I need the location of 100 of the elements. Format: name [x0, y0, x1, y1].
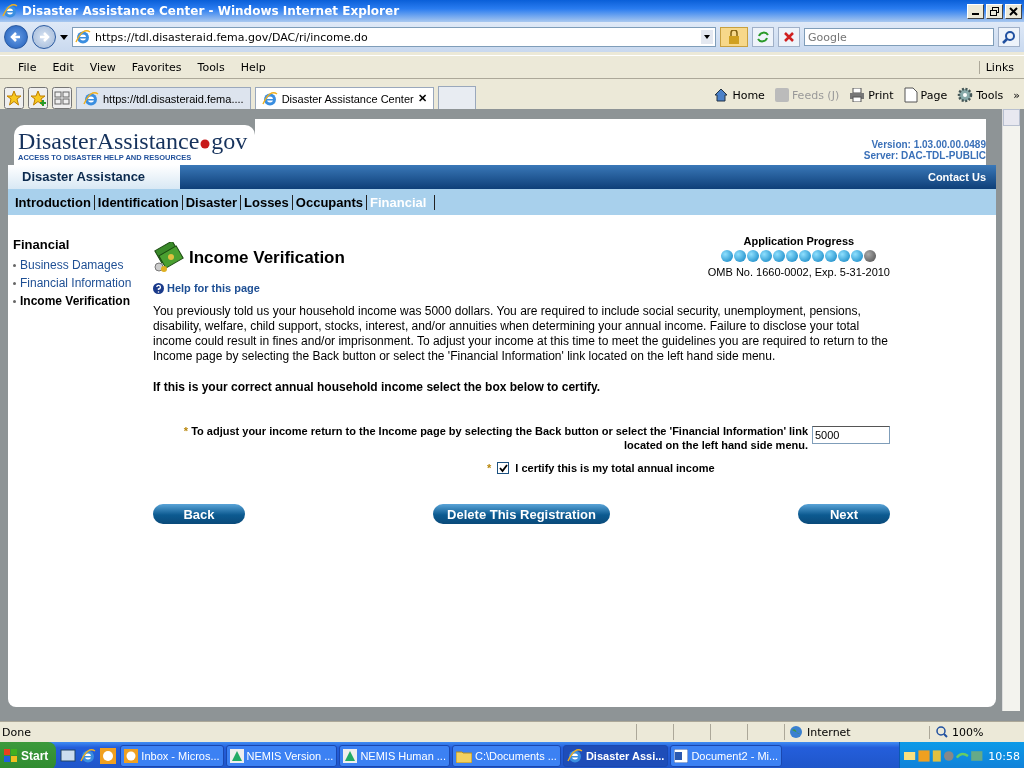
restore-icon	[990, 6, 999, 16]
taskbar-button[interactable]: Disaster Assi...	[562, 745, 669, 767]
action-button[interactable]: Delete This Registration	[433, 504, 610, 524]
money-coins-icon	[153, 241, 185, 274]
zoom-control[interactable]: 100%	[929, 725, 1024, 739]
command-button[interactable]: Page	[903, 87, 948, 103]
document-icon	[674, 749, 689, 763]
tray-icons-drawing[interactable]	[904, 748, 985, 764]
help-icon[interactable]	[153, 282, 164, 294]
bullet-icon	[13, 299, 16, 303]
quick-tabs-button[interactable]	[52, 87, 72, 109]
gear-icon	[957, 87, 974, 103]
omb-number: OMB No. 1660-0002, Exp. 5-31-2010	[707, 266, 890, 278]
certify-instruction: If this is your correct annual household income select the box below to certify.	[153, 380, 602, 394]
favorites-button[interactable]	[4, 87, 24, 109]
nav-tab[interactable]: Occupants	[292, 194, 368, 210]
command-button[interactable]: Tools	[957, 87, 1004, 103]
clock-icon[interactable]	[100, 748, 117, 764]
bullet-icon	[13, 263, 16, 267]
stop-button[interactable]	[778, 27, 800, 47]
required-mark: *	[487, 462, 492, 474]
menu-item[interactable]: Favorites	[123, 58, 190, 76]
restore-button[interactable]	[986, 3, 1003, 19]
income-field[interactable]: 5000	[812, 426, 890, 444]
nav-tab[interactable]: Disaster	[182, 194, 242, 210]
bullet-icon	[13, 281, 16, 285]
search-field[interactable]: Google	[804, 28, 994, 46]
taskbar-button[interactable]: Document2 - Mi...	[670, 745, 783, 767]
menu-item[interactable]: View	[81, 58, 124, 76]
right-arrow-icon	[38, 31, 50, 43]
close-button[interactable]	[1005, 3, 1022, 19]
nav-tab[interactable]: Identification	[94, 194, 183, 210]
forward-button[interactable]	[32, 25, 56, 49]
star-icon	[6, 90, 22, 106]
feed-icon	[774, 88, 789, 102]
clock: 10:58	[988, 749, 1020, 763]
address-field[interactable]: https://tdl.disasteraid.fema.gov/DAC/ri/income.do	[72, 27, 716, 47]
action-button[interactable]: Next	[798, 504, 890, 524]
window-e-icon	[2, 3, 18, 19]
minimize-button[interactable]	[967, 3, 984, 19]
help-link[interactable]: Help for this page	[167, 282, 260, 294]
start-button[interactable]: Start	[0, 742, 57, 768]
income-label: * To adjust your income return to the Income page by selecting the Back button or select the 'Financial Information' link located on the left hand side menu.	[182, 424, 808, 452]
close-icon	[1009, 6, 1018, 16]
dot-icon	[200, 139, 211, 149]
tab-e-icon	[261, 90, 278, 107]
magnifier-icon	[936, 726, 948, 738]
grid-icon	[54, 91, 70, 105]
app-icon	[229, 749, 244, 763]
scrollbar[interactable]	[1002, 109, 1020, 711]
logo-wordmark[interactable]: DisasterAssistance	[18, 128, 200, 154]
command-button[interactable]: Print	[849, 87, 894, 103]
menu-item[interactable]: Help	[232, 58, 274, 76]
quick-launch-e-icon	[80, 748, 97, 764]
browser-e-icon	[566, 748, 583, 764]
sidebar-link[interactable]: Business Damages	[20, 258, 124, 272]
nav-tab[interactable]: Losses	[241, 194, 293, 210]
section-tab[interactable]: Disaster Assistance	[8, 165, 180, 189]
sidebar-link[interactable]: Income Verification	[20, 294, 131, 308]
search-button[interactable]	[998, 27, 1020, 47]
desktop-icon[interactable]	[60, 748, 77, 764]
certify-label: I certify this is my total annual income	[515, 462, 715, 474]
status-text: Done	[2, 725, 32, 739]
action-button[interactable]: Back	[153, 504, 245, 524]
close-tab-button[interactable]: ✕	[417, 92, 427, 105]
menu-item[interactable]: File	[10, 58, 45, 76]
left-arrow-icon	[10, 31, 22, 43]
browser-tab[interactable]: https://tdl.disasteraid.fema....	[76, 87, 251, 109]
back-button[interactable]	[4, 25, 28, 49]
taskbar-button[interactable]: Inbox - Micros...	[120, 745, 224, 767]
add-favorite-button[interactable]	[28, 87, 48, 109]
taskbar-button[interactable]: NEMIS Human ...	[339, 745, 450, 767]
app-icon	[343, 749, 358, 763]
padlock-icon	[728, 30, 740, 44]
certify-checkbox[interactable]	[497, 462, 510, 474]
search-icon	[1002, 30, 1016, 44]
logo-suffix[interactable]: gov	[211, 128, 248, 154]
page-e-icon	[75, 29, 91, 45]
refresh-icon	[756, 30, 770, 44]
windows-logo-icon	[4, 749, 18, 763]
taskbar-button[interactable]: C:\Documents ...	[452, 745, 561, 767]
more-button[interactable]: »	[1013, 87, 1020, 103]
star-plus-icon	[30, 90, 46, 106]
globe-icon	[789, 725, 803, 739]
clock-icon	[124, 749, 139, 763]
sidebar-link[interactable]: Financial Information	[20, 276, 132, 290]
menu-item[interactable]: Tools	[189, 58, 233, 76]
contact-link[interactable]: Contact Us	[927, 165, 996, 189]
security-button[interactable]	[720, 27, 748, 47]
page-title: Income Verification	[189, 247, 345, 268]
command-button[interactable]: Home	[713, 87, 765, 103]
dropdown-arrow-icon[interactable]	[60, 34, 68, 40]
sidebar-heading: Financial	[13, 237, 71, 252]
intro-paragraph: You previously told us your household income was 5000 dollars. You are required to include social security, unemployment, pensions, disability, welfare, child support, stocks, interest, and/or annuities when determining your annual income. Failure to disclose your total income could result in fines and/or imprisonment. To adjust your income at this time to meet the guidelines you are required to return to the Income page by selecting the Back button or select the 'Financial Information' link located on the left hand side menu.	[153, 304, 889, 364]
browser-tab[interactable]: Disaster Assistance Center ✕	[254, 87, 434, 109]
nav-tab[interactable]: Introduction	[12, 194, 95, 210]
refresh-button[interactable]	[752, 27, 774, 47]
taskbar-button[interactable]: NEMIS Version ...	[225, 745, 338, 767]
links-button[interactable]: Links	[978, 60, 1014, 74]
menu-item[interactable]: Edit	[44, 58, 82, 76]
